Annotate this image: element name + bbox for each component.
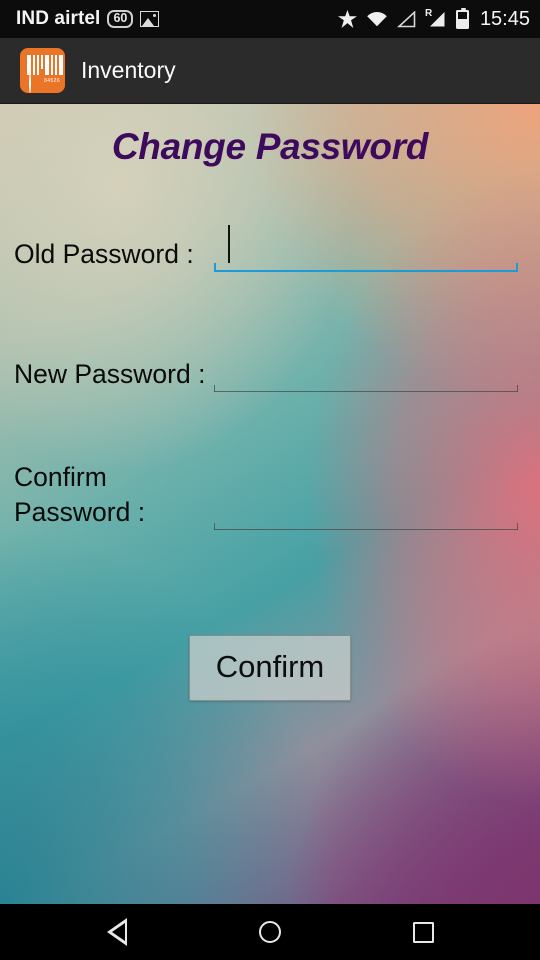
star-icon [337,10,357,28]
page-title: Change Password [111,126,429,167]
input-old-password[interactable] [214,220,518,272]
home-button[interactable] [230,912,310,952]
label-new-password: New Password : [14,359,206,390]
recents-button[interactable] [383,912,463,952]
field-row-confirm-password: Confirm Password : [0,460,540,530]
home-circle-icon [258,921,281,943]
underline-confirm-password [214,520,518,530]
barcode-scanner-icon: 84526 [20,48,65,93]
confirm-button[interactable]: Confirm [188,634,352,701]
recents-square-icon [412,921,434,943]
phone-screen: IND airtel 60 R 15:45 84526 Inventory Ch… [0,0,540,960]
status-bar-left: IND airtel 60 [16,8,338,30]
status-bar-right: R 15:45 [337,7,530,31]
content-area: Change Password Old Password : New Passw… [0,104,540,904]
label-confirm-password: Confirm Password : [14,462,146,527]
app-title: Inventory [81,57,176,83]
carrier-label: IND airtel [16,8,101,29]
navigation-bar [0,904,540,960]
change-password-form: Change Password Old Password : New Passw… [0,104,540,904]
battery-icon [455,7,469,29]
underline-old-password [214,262,518,272]
signal-roaming-icon: R [425,9,447,28]
wifi-icon [366,11,388,27]
underline-new-password [214,382,518,392]
image-icon [140,11,160,27]
input-confirm-password[interactable] [214,478,518,530]
data-speed-badge: 60 [107,10,134,28]
label-old-password: Old Password : [14,239,194,270]
text-cursor [228,225,230,263]
status-bar: IND airtel 60 R 15:45 [0,0,540,38]
field-row-new-password: New Password : [0,340,540,392]
action-bar: 84526 Inventory [0,38,540,104]
signal-empty-icon [396,9,416,28]
field-row-old-password: Old Password : [0,220,540,272]
input-new-password[interactable] [214,340,518,392]
app-icon-digits: 84526 [44,78,60,84]
back-button[interactable] [77,912,157,952]
confirm-button-row: Confirm [0,634,540,701]
scanner-glyph [29,74,38,93]
clock-label: 15:45 [479,7,530,30]
back-triangle-icon [106,918,127,946]
